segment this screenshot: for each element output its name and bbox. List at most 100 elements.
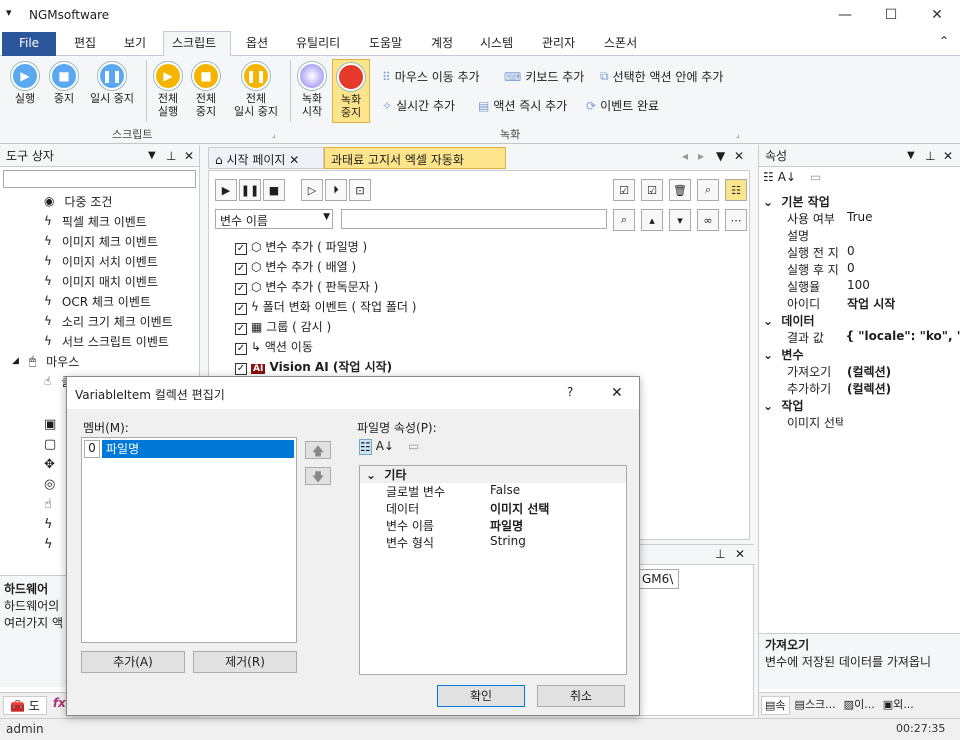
minimize-button[interactable]: —: [822, 0, 868, 30]
move-down-button[interactable]: 🡇: [305, 467, 331, 485]
tree-item-multi-condition[interactable]: ◉ 다중 조건: [44, 191, 199, 211]
menu-sponsor[interactable]: 스폰서: [604, 34, 637, 54]
action-item[interactable]: ✓ ⬡ 변수 추가 ( 파일명 ): [235, 237, 416, 257]
tree-item-mouse-category[interactable]: ◢ 🖱 마우스: [0, 351, 199, 371]
down-icon[interactable]: ▾: [669, 209, 691, 231]
variable-search-input[interactable]: [341, 209, 607, 229]
tree-item-sound-check[interactable]: ϟ 소리 크기 체크 이벤트: [44, 311, 199, 331]
up-icon[interactable]: ▴: [641, 209, 663, 231]
checkbox-icon[interactable]: ✓: [235, 283, 247, 295]
add-button[interactable]: 추가(A): [81, 651, 185, 673]
checkbox-icon[interactable]: ✓: [235, 243, 247, 255]
prop-row[interactable]: 변수 형식 String: [382, 534, 626, 551]
play-icon[interactable]: ▶: [215, 179, 237, 201]
editor-close-icon[interactable]: ✕: [734, 149, 744, 163]
checkbox-icon[interactable]: ✓: [235, 303, 247, 315]
toolbox-tab[interactable]: 🧰 도: [3, 696, 47, 715]
output-close-icon[interactable]: ✕: [735, 547, 745, 561]
lightning-icon[interactable]: ϟ: [44, 535, 64, 555]
event-complete-button[interactable]: ⟳ 이벤트 완료: [586, 97, 659, 114]
prop-row[interactable]: 결과 값{ "locale": "ko", ": [783, 329, 960, 346]
action-item[interactable]: ✓ ϟ 폴더 변화 이벤트 ( 작업 폴더 ): [235, 297, 416, 317]
add-instant-action-button[interactable]: ▤ 액션 즉시 추가: [478, 97, 567, 114]
close-button[interactable]: ✕: [914, 0, 960, 30]
dialog-launcher-icon[interactable]: ⌟: [736, 130, 740, 139]
category-basic[interactable]: ⌄ 기본 작업: [763, 193, 960, 210]
path-field[interactable]: GM6\: [639, 569, 679, 589]
tree-item-image-search[interactable]: ϟ 이미지 서치 이벤트: [44, 251, 199, 271]
tab-scroll-right-icon[interactable]: ▸: [698, 149, 704, 163]
menu-help[interactable]: 도움말: [369, 34, 402, 54]
stop-icon[interactable]: ■: [263, 179, 285, 201]
categorized-icon[interactable]: ☷: [763, 170, 774, 190]
menu-script[interactable]: 스크립트: [172, 34, 216, 54]
ok-button[interactable]: 확인: [437, 685, 525, 707]
loop-icon[interactable]: ∞: [697, 209, 719, 231]
checkbox-icon[interactable]: ✓: [235, 263, 247, 275]
run-all-button[interactable]: ▶ 전체 실행: [152, 62, 184, 118]
dropdown-icon[interactable]: ▼: [907, 145, 915, 167]
pause-button[interactable]: ❚❚ 일시 중지: [84, 62, 140, 105]
run-button[interactable]: ▶ 실행: [8, 62, 42, 105]
mouse-icon[interactable]: ▣: [44, 415, 64, 435]
list-item[interactable]: 0 파일명: [84, 440, 294, 458]
delete-icon[interactable]: 🗑: [669, 179, 691, 201]
step-into-icon[interactable]: ⊡: [349, 179, 371, 201]
prop-row[interactable]: 실행 전 지0: [783, 244, 960, 261]
pause-icon[interactable]: ❚❚: [239, 179, 261, 201]
check-all-icon[interactable]: ☑: [613, 179, 635, 201]
property-pages-icon[interactable]: ▭: [408, 439, 419, 455]
menu-view[interactable]: 보기: [124, 34, 146, 54]
move-up-button[interactable]: 🡅: [305, 441, 331, 459]
step-over-icon[interactable]: ⏵: [325, 179, 347, 201]
prop-row[interactable]: 데이터 이미지 선택: [382, 500, 626, 517]
menu-account[interactable]: 계정: [431, 34, 453, 54]
sort-az-icon[interactable]: A↓: [778, 170, 796, 190]
prop-row[interactable]: 가져오기 (컬렉션): [783, 363, 960, 380]
prop-row[interactable]: 실행 후 지0: [783, 261, 960, 278]
step-icon[interactable]: ▷: [301, 179, 323, 201]
pause-all-button[interactable]: ❚❚ 전체 일시 중지: [228, 62, 284, 118]
menu-admin[interactable]: 관리자: [542, 34, 575, 54]
uncheck-icon[interactable]: ☑: [641, 179, 663, 201]
tree-item-subscript[interactable]: ϟ 서브 스크립트 이벤트: [44, 331, 199, 351]
prop-row[interactable]: 변수 이름 파일명: [382, 517, 626, 534]
tab-properties[interactable]: ▤속: [761, 696, 790, 715]
move-icon[interactable]: ✥: [44, 455, 64, 475]
mouse-icon[interactable]: ▢: [44, 435, 64, 455]
category-data[interactable]: ⌄ 데이터: [763, 312, 960, 329]
dialog-launcher-icon[interactable]: ⌟: [272, 130, 276, 139]
search-icon[interactable]: ⌕: [697, 179, 719, 201]
action-item[interactable]: ✓ ▦ 그룹 ( 감시 ): [235, 317, 416, 337]
checkbox-icon[interactable]: ✓: [235, 343, 247, 355]
tree-item-ocr-check[interactable]: ϟ OCR 체크 이벤트: [44, 291, 199, 311]
tab-image[interactable]: ▨이...: [841, 696, 878, 715]
stop-all-button[interactable]: ■ 전체 중지: [190, 62, 222, 118]
pin-icon[interactable]: ⊥: [166, 145, 176, 167]
cursor-icon[interactable]: ☝: [44, 495, 64, 515]
category-misc[interactable]: ⌄ 기타: [360, 466, 626, 483]
prop-row[interactable]: 추가하기 (컬렉션): [783, 380, 960, 397]
add-keyboard-button[interactable]: ⌨ 키보드 추가: [504, 68, 584, 85]
prop-row[interactable]: 설명: [783, 227, 960, 244]
tab-menu-icon[interactable]: ▼: [716, 149, 725, 163]
dialog-close-button[interactable]: ✕: [611, 385, 623, 401]
variable-select[interactable]: 변수 이름 ▼: [215, 209, 333, 229]
prop-row[interactable]: 사용 여부 True: [783, 210, 960, 227]
add-realtime-button[interactable]: ✧ 실시간 추가: [382, 97, 455, 114]
stop-button[interactable]: ■ 중지: [48, 62, 80, 105]
tab-start-page[interactable]: ⌂ 시작 페이지 ✕: [208, 147, 324, 169]
mouse-icon[interactable]: ◎: [44, 475, 64, 495]
tab-external[interactable]: ▣외...: [880, 696, 917, 715]
property-pages-icon[interactable]: ▭: [810, 170, 821, 190]
record-start-button[interactable]: 녹화 시작: [296, 62, 328, 118]
add-inside-selected-button[interactable]: ⧉ 선택한 액션 안에 추가: [600, 68, 723, 85]
toolbox-search-input[interactable]: [3, 170, 196, 188]
prop-row[interactable]: 아이디 작업 시작: [783, 295, 960, 312]
dropdown-icon[interactable]: ▼: [148, 145, 156, 167]
action-item[interactable]: ✓ ⬡ 변수 추가 ( 판독문자 ): [235, 277, 416, 297]
properties-close-icon[interactable]: ✕: [943, 145, 953, 167]
prop-row[interactable]: 글로벌 변수 False: [382, 483, 626, 500]
category-variable[interactable]: ⌄ 변수: [763, 346, 960, 363]
checkbox-icon[interactable]: ✓: [235, 363, 247, 375]
